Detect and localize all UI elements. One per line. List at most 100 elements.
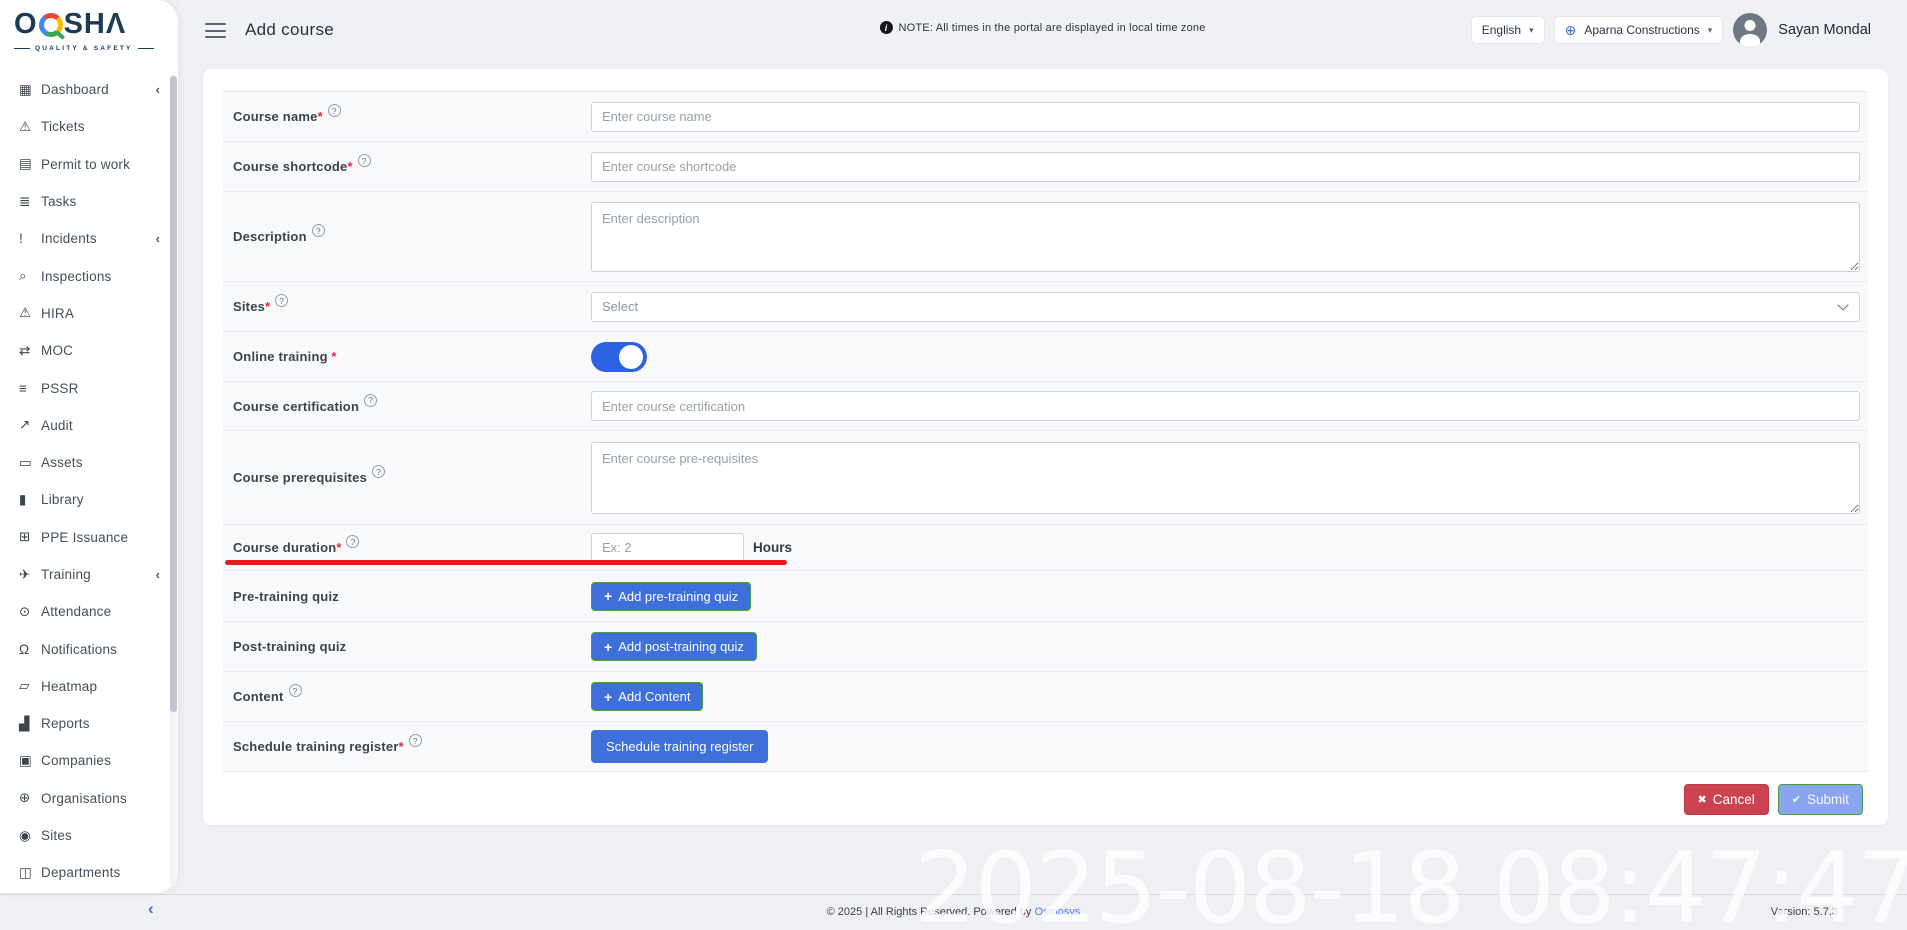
magnifier-icon: ⌕ <box>19 268 41 284</box>
cancel-label: Cancel <box>1713 792 1755 807</box>
required-asterisk: * <box>336 540 341 555</box>
help-icon[interactable]: ? <box>328 104 341 117</box>
course-name-input[interactable] <box>591 102 1860 132</box>
sidebar-item[interactable]: ⚠ HIRA <box>0 295 170 332</box>
sidebar-item[interactable]: ⚠ Tickets <box>0 108 170 145</box>
chevron-left-icon: ‹ <box>156 231 160 246</box>
field-label: Content <box>233 689 284 704</box>
swap-arrows-icon: ⇄ <box>19 343 41 359</box>
globe-icon: ◉ <box>19 828 41 844</box>
sidebar-item[interactable]: ! Incidents ‹ <box>0 220 170 257</box>
warning-triangle-icon: ⚠ <box>19 305 41 321</box>
required-asterisk: * <box>265 299 270 314</box>
warning-triangle-icon: ⚠ <box>19 119 41 135</box>
help-icon[interactable]: ? <box>372 465 385 478</box>
task-list-icon: ≣ <box>19 194 41 210</box>
required-asterisk: * <box>328 349 337 364</box>
header-right: English ▾ ⊕ Aparna Constructions ▾ Sayan… <box>1472 0 1871 60</box>
logo-letter-a: Λ <box>106 10 126 39</box>
language-value: English <box>1482 23 1521 37</box>
course-duration-input[interactable] <box>591 533 744 563</box>
sidebar-item[interactable]: ▤ Permit to work <box>0 146 170 183</box>
sidebar-item[interactable]: ⇄ MOC <box>0 332 170 369</box>
add-pre-training-quiz-button[interactable]: + Add pre-training quiz <box>591 582 751 611</box>
sidebar-item[interactable]: ⊞ PPE Issuance <box>0 519 170 556</box>
course-shortcode-input[interactable] <box>591 152 1860 182</box>
field-label: Course prerequisites <box>233 470 367 485</box>
organisation-value: Aparna Constructions <box>1584 23 1699 37</box>
sidebar-item[interactable]: ▟ Reports <box>0 705 170 742</box>
osmosys-link[interactable]: Osmosys <box>1035 906 1081 918</box>
close-icon: ✖ <box>1698 793 1707 806</box>
sidebar-item[interactable]: ▭ Assets <box>0 444 170 481</box>
sidebar-item[interactable]: ⊕ Organisations <box>0 780 170 817</box>
sidebar-item[interactable]: ⊙ Attendance <box>0 593 170 630</box>
version-text: Version: 5.7.3 <box>1771 906 1838 918</box>
user-avatar[interactable] <box>1733 13 1767 47</box>
sidebar-item[interactable]: ↗ Audit <box>0 407 170 444</box>
help-icon[interactable]: ? <box>312 224 325 237</box>
sidebar-nav: ▦ Dashboard ‹ ⚠ Tickets ▤ Permit to work… <box>0 71 170 892</box>
sidebar-item[interactable]: Ω Notifications <box>0 630 170 667</box>
submit-button[interactable]: ✔ Submit <box>1778 784 1863 815</box>
permit-document-icon: ▤ <box>19 156 41 172</box>
add-content-button[interactable]: + Add Content <box>591 682 703 711</box>
language-selector[interactable]: English ▾ <box>1472 17 1544 43</box>
description-textarea[interactable] <box>591 202 1860 272</box>
field-label: Sites <box>233 299 265 314</box>
sidebar-item[interactable]: ◉ Sites <box>0 817 170 854</box>
help-icon[interactable]: ? <box>364 394 377 407</box>
sidebar-item[interactable]: ▮ Library <box>0 481 170 518</box>
field-label: Course certification <box>233 399 359 414</box>
sidebar-item[interactable]: ◫ Departments <box>0 854 170 891</box>
sidebar-item[interactable]: ⌕ Inspections <box>0 257 170 294</box>
sidebar-item[interactable]: ≡ PSSR <box>0 369 170 406</box>
schedule-training-register-button[interactable]: Schedule training register <box>591 730 768 763</box>
page: O SH Λ QUALITY & SAFETY ▦ Dashboard ‹ ⚠ … <box>0 0 1907 930</box>
sites-select[interactable]: Select <box>591 292 1860 322</box>
sidebar-item[interactable]: ▣ Companies <box>0 742 170 779</box>
form-row-course-prerequisites: Course prerequisites ? <box>223 430 1868 524</box>
sidebar-collapse-chevron-icon[interactable]: ‹ <box>148 899 154 919</box>
help-icon[interactable]: ? <box>358 154 371 167</box>
form-row-pre-training-quiz: Pre-training quiz + Add pre-training qui… <box>223 570 1868 621</box>
header: Add course i NOTE: All times in the port… <box>178 0 1907 60</box>
select-value: Select <box>602 299 638 314</box>
annotation-red-underline <box>225 560 787 565</box>
help-icon[interactable]: ? <box>275 294 288 307</box>
chevron-down-icon <box>1837 299 1848 310</box>
scrollbar-thumb[interactable] <box>170 76 177 712</box>
online-training-toggle[interactable] <box>591 342 647 372</box>
sidebar-item[interactable]: ▦ Dashboard ‹ <box>0 71 170 108</box>
dashboard-grid-icon: ▦ <box>19 82 41 98</box>
sidebar-item[interactable]: ▱ Heatmap <box>0 668 170 705</box>
sidebar-item[interactable]: ≣ Tasks <box>0 183 170 220</box>
cancel-button[interactable]: ✖ Cancel <box>1684 784 1769 815</box>
course-prerequisites-textarea[interactable] <box>591 442 1860 514</box>
copyright-text: © 2025 | All Rights Reserved. Powered by <box>827 906 1032 918</box>
course-certification-input[interactable] <box>591 391 1860 421</box>
required-asterisk: * <box>347 159 352 174</box>
form-row-post-training-quiz: Post-training quiz + Add post-training q… <box>223 621 1868 671</box>
button-label: Schedule training register <box>606 739 753 754</box>
department-icon: ◫ <box>19 865 41 881</box>
clock-icon: ⊙ <box>19 604 41 620</box>
form-row-online-training: Online training * <box>223 331 1868 381</box>
help-icon[interactable]: ? <box>289 684 302 697</box>
organisation-selector[interactable]: ⊕ Aparna Constructions ▾ <box>1555 17 1723 43</box>
hours-suffix: Hours <box>753 540 792 555</box>
help-icon[interactable]: ? <box>346 535 359 548</box>
sidebar-scrollbar[interactable] <box>170 74 177 886</box>
button-label: Add Content <box>618 689 690 704</box>
sidebar: O SH Λ QUALITY & SAFETY ▦ Dashboard ‹ ⚠ … <box>0 0 178 893</box>
menu-hamburger-icon[interactable] <box>205 23 226 38</box>
file-icon: ▮ <box>19 492 41 508</box>
sidebar-item[interactable]: ✈ Training ‹ <box>0 556 170 593</box>
add-post-training-quiz-button[interactable]: + Add post-training quiz <box>591 632 757 661</box>
help-icon[interactable]: ? <box>409 734 422 747</box>
field-label: Schedule training register <box>233 739 399 754</box>
globe-grid-icon: ⊕ <box>19 790 41 806</box>
form-row-content: Content ? + Add Content <box>223 671 1868 721</box>
tagline-dash <box>138 48 154 49</box>
graduation-cap-icon: ✈ <box>19 567 41 583</box>
